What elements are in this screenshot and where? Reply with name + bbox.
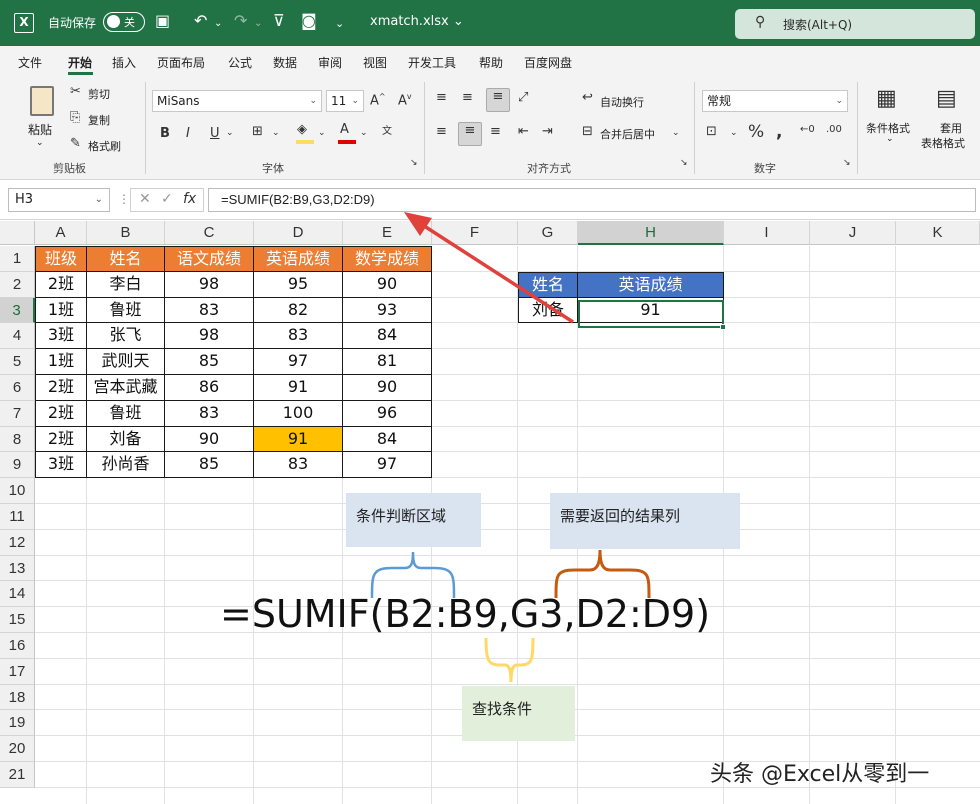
pointer-arrow-line — [417, 220, 574, 324]
pointer-arrow-head — [404, 212, 432, 236]
big-formula-text: =SUMIF(B2:B9,G3,D2:D9) — [220, 592, 711, 636]
watermark: 头条 @Excel从零到一 — [710, 762, 930, 787]
criteria-brace — [484, 637, 535, 683]
annotation-overlay — [370, 212, 651, 683]
return-brace — [554, 549, 651, 599]
